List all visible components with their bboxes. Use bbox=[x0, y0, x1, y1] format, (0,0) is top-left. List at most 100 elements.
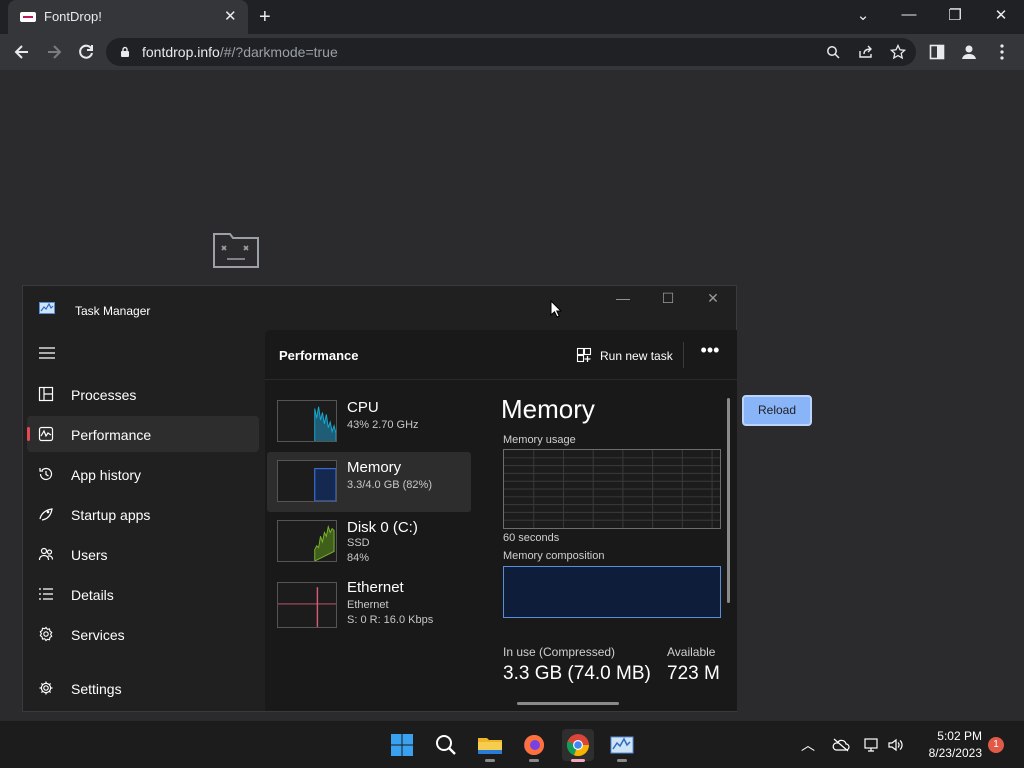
onedrive-offline-icon[interactable] bbox=[832, 737, 850, 753]
tab-strip: FontDrop! ✕ + ⌄ — ❐ ✕ bbox=[0, 0, 1024, 34]
active-indicator bbox=[571, 759, 585, 762]
close-window-button[interactable]: ✕ bbox=[989, 6, 1013, 24]
tm-close-button[interactable]: ✕ bbox=[703, 290, 723, 307]
browser-tab[interactable]: FontDrop! ✕ bbox=[8, 0, 248, 34]
profile-icon bbox=[962, 45, 976, 59]
restore-button[interactable]: ❐ bbox=[943, 6, 967, 24]
task-manager-window: Task Manager — ☐ ✕ Processes Performance… bbox=[22, 285, 737, 712]
resource-item-disk[interactable]: Disk 0 (C:) SSD 84% bbox=[267, 512, 471, 572]
start-button[interactable] bbox=[386, 729, 418, 761]
sad-tab-icon bbox=[213, 233, 259, 268]
nav-item-startup-apps[interactable]: Startup apps bbox=[27, 496, 259, 532]
profile-button[interactable] bbox=[958, 41, 980, 63]
nav-item-label: Processes bbox=[71, 387, 137, 403]
taskbar-file-explorer[interactable] bbox=[474, 729, 506, 762]
nav-item-label: Users bbox=[71, 547, 108, 563]
window-title: Task Manager bbox=[75, 304, 151, 318]
time-range-label: 60 seconds bbox=[503, 532, 560, 544]
nav-item-services[interactable]: Services bbox=[27, 616, 259, 652]
nav-item-settings[interactable]: Settings bbox=[27, 670, 259, 706]
run-new-task-icon[interactable] bbox=[576, 347, 592, 363]
nav-item-performance[interactable]: Performance bbox=[27, 416, 259, 452]
new-tab-button[interactable]: + bbox=[259, 6, 271, 28]
nav-item-label: Details bbox=[71, 587, 114, 603]
in-use-label: In use (Compressed) bbox=[503, 645, 616, 659]
network-icon[interactable] bbox=[863, 737, 881, 753]
taskbar-task-manager[interactable] bbox=[606, 729, 638, 762]
resource-type: Ethernet bbox=[347, 599, 389, 611]
resource-item-cpu[interactable]: CPU 43% 2.70 GHz bbox=[267, 392, 471, 452]
running-indicator bbox=[485, 759, 495, 762]
reload-button[interactable]: Reload bbox=[742, 395, 812, 426]
nav-item-label: App history bbox=[71, 467, 142, 483]
processes-icon bbox=[38, 386, 54, 402]
side-panel-button[interactable] bbox=[926, 41, 948, 63]
notification-badge[interactable]: 1 bbox=[988, 737, 1004, 753]
resource-item-memory[interactable]: Memory 3.3/4.0 GB (82%) bbox=[267, 452, 471, 512]
memory-detail: Memory Memory usage 60 seconds Memory co… bbox=[501, 392, 723, 702]
app-history-icon bbox=[39, 467, 53, 481]
nav-item-app-history[interactable]: App history bbox=[27, 456, 259, 492]
nav-item-processes[interactable]: Processes bbox=[27, 376, 259, 412]
resource-stat: 84% bbox=[347, 552, 370, 564]
search-icon bbox=[436, 735, 456, 755]
memory-usage-graph bbox=[503, 449, 721, 529]
nav-item-label: Performance bbox=[71, 427, 152, 443]
address-bar[interactable]: fontdrop.info/#/?darkmode=true bbox=[106, 38, 916, 66]
zoom-search-icon[interactable] bbox=[826, 45, 840, 59]
reload-page-button[interactable] bbox=[75, 41, 97, 63]
detail-heading: Memory bbox=[501, 394, 595, 424]
browser-menu-button[interactable] bbox=[991, 41, 1013, 63]
task-manager-icon bbox=[610, 736, 634, 754]
browser-toolbar: fontdrop.info/#/?darkmode=true bbox=[0, 34, 1024, 70]
vertical-scrollbar[interactable] bbox=[727, 398, 730, 603]
nav-item-details[interactable]: Details bbox=[27, 576, 259, 612]
horizontal-scrollbar[interactable] bbox=[517, 702, 619, 705]
available-label: Available bbox=[667, 645, 716, 659]
clock-date[interactable]: 8/23/2023 bbox=[914, 746, 982, 760]
forward-arrow-icon bbox=[48, 45, 62, 59]
volume-icon[interactable] bbox=[887, 737, 905, 753]
taskbar-firefox[interactable] bbox=[518, 729, 550, 762]
details-icon bbox=[39, 588, 53, 600]
tab-search-chevron-icon[interactable]: ⌄ bbox=[851, 6, 875, 24]
back-button[interactable] bbox=[11, 41, 33, 63]
start-icon bbox=[391, 734, 413, 756]
in-use-value: 3.3 GB (74.0 MB) bbox=[503, 663, 651, 684]
share-icon[interactable] bbox=[858, 45, 874, 59]
bookmark-star-icon[interactable] bbox=[890, 44, 906, 60]
mouse-cursor-icon bbox=[550, 300, 562, 318]
clock-time[interactable]: 5:02 PM bbox=[922, 729, 982, 743]
resource-name: Ethernet bbox=[347, 579, 404, 596]
resource-name: Memory bbox=[347, 459, 402, 476]
nav-item-users[interactable]: Users bbox=[27, 536, 259, 572]
hamburger-menu-icon[interactable] bbox=[39, 347, 55, 359]
taskbar-chrome[interactable] bbox=[562, 729, 594, 762]
available-value: 723 M bbox=[667, 663, 720, 684]
resource-name: Disk 0 (C:) bbox=[347, 519, 418, 536]
url-text[interactable]: fontdrop.info/#/?darkmode=true bbox=[142, 44, 338, 60]
users-icon bbox=[38, 547, 54, 561]
run-new-task-button[interactable]: Run new task bbox=[600, 349, 673, 363]
chrome-icon bbox=[566, 734, 590, 757]
resource-item-ethernet[interactable]: Ethernet Ethernet S: 0 R: 16.0 Kbps bbox=[267, 572, 471, 638]
memory-composition-bar bbox=[503, 566, 721, 618]
close-tab-icon[interactable]: ✕ bbox=[224, 8, 237, 26]
task-manager-titlebar[interactable]: Task Manager — ☐ ✕ bbox=[23, 286, 736, 330]
tm-maximize-button[interactable]: ☐ bbox=[658, 290, 678, 307]
file-explorer-icon bbox=[478, 738, 502, 754]
resource-name: CPU bbox=[347, 399, 379, 416]
performance-panel: Performance Run new task ••• CPU 43% 2.7… bbox=[265, 330, 737, 711]
minimize-button[interactable]: — bbox=[897, 6, 921, 23]
header-divider bbox=[683, 342, 684, 368]
show-hidden-icons-chevron-icon[interactable]: ︿ bbox=[798, 735, 818, 755]
taskbar-search-button[interactable] bbox=[430, 729, 462, 761]
resource-stat: S: 0 R: 16.0 Kbps bbox=[347, 614, 434, 626]
performance-icon bbox=[38, 426, 54, 442]
nav-item-label: Services bbox=[71, 627, 125, 643]
tm-minimize-button[interactable]: — bbox=[613, 290, 633, 306]
more-options-button[interactable]: ••• bbox=[699, 341, 721, 364]
forward-button[interactable] bbox=[43, 41, 65, 63]
task-manager-sidebar: Processes Performance App history Startu… bbox=[23, 330, 265, 711]
disk-thumbnail-graph bbox=[277, 520, 337, 562]
